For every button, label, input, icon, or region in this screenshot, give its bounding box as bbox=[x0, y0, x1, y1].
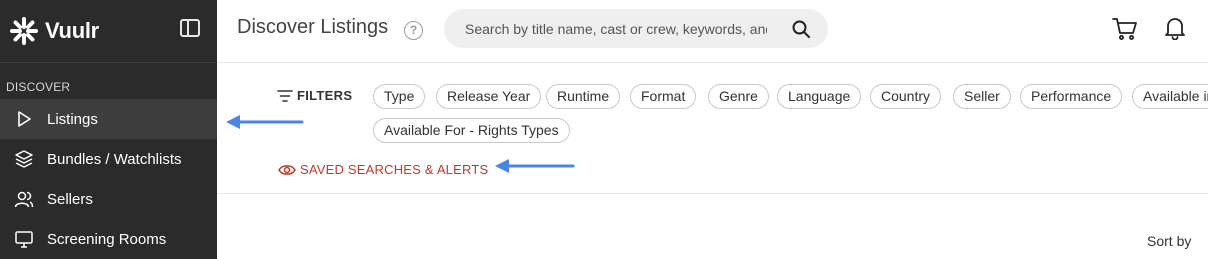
sidebar-item-label: Screening Rooms bbox=[47, 230, 167, 248]
cart-icon[interactable] bbox=[1112, 17, 1138, 41]
sort-by-label[interactable]: Sort by bbox=[1147, 233, 1191, 249]
sidebar-item-label: Bundles / Watchlists bbox=[47, 150, 182, 168]
play-icon bbox=[13, 108, 35, 130]
users-icon bbox=[13, 188, 35, 210]
brand-name[interactable]: Vuulr bbox=[45, 18, 99, 44]
filter-chip-release-year[interactable]: Release Year bbox=[436, 84, 542, 109]
annotation-arrow-listings bbox=[226, 115, 304, 129]
filters-button[interactable]: FILTERS bbox=[277, 88, 352, 103]
annotation-arrow-saved-searches bbox=[495, 159, 575, 173]
filter-chip-performance[interactable]: Performance bbox=[1020, 84, 1123, 109]
filter-chip-runtime[interactable]: Runtime bbox=[546, 84, 621, 109]
sidebar-item-label: Sellers bbox=[47, 190, 93, 208]
sidebar: Vuulr DISCOVER Listings Bundles / Watchl… bbox=[0, 0, 217, 259]
saved-searches-link[interactable]: SAVED SEARCHES & ALERTS bbox=[278, 162, 488, 177]
filter-chip-available-for-rights-types[interactable]: Available For - Rights Types bbox=[373, 118, 570, 143]
filter-lines-icon bbox=[277, 89, 293, 102]
bell-icon[interactable] bbox=[1164, 16, 1186, 40]
filter-chip-country[interactable]: Country bbox=[870, 84, 942, 109]
brand-header: Vuulr bbox=[0, 0, 217, 63]
saved-searches-label: SAVED SEARCHES & ALERTS bbox=[300, 162, 489, 177]
filters-label: FILTERS bbox=[297, 88, 353, 103]
sidebar-item-sellers[interactable]: Sellers bbox=[0, 179, 217, 219]
filters-panel: FILTERS Type Release Year Runtime Format… bbox=[217, 64, 1208, 194]
search-bar bbox=[444, 9, 828, 48]
search-icon[interactable] bbox=[791, 19, 811, 39]
sidebar-item-listings[interactable]: Listings bbox=[0, 99, 217, 139]
page-title: Discover Listings bbox=[237, 16, 389, 38]
filter-chip-language[interactable]: Language bbox=[777, 84, 862, 109]
filter-chip-available-in[interactable]: Available in bbox=[1132, 84, 1208, 109]
monitor-icon bbox=[13, 228, 35, 250]
layers-icon bbox=[13, 148, 35, 170]
filter-chip-format[interactable]: Format bbox=[630, 84, 697, 109]
filter-chip-type[interactable]: Type bbox=[373, 84, 426, 109]
top-header: Discover Listings ? bbox=[217, 0, 1208, 63]
sidebar-item-bundles-watchlists[interactable]: Bundles / Watchlists bbox=[0, 139, 217, 179]
sidebar-item-screening-rooms[interactable]: Screening Rooms bbox=[0, 219, 217, 259]
filter-chip-genre[interactable]: Genre bbox=[708, 84, 769, 109]
search-input[interactable] bbox=[465, 20, 767, 38]
sidebar-section-label: DISCOVER bbox=[6, 80, 71, 94]
sidebar-item-label: Listings bbox=[47, 110, 98, 128]
vuulr-logo-icon[interactable] bbox=[9, 16, 39, 46]
help-icon[interactable]: ? bbox=[404, 21, 423, 40]
sidebar-toggle-icon[interactable] bbox=[180, 19, 200, 37]
filter-chip-seller[interactable]: Seller bbox=[953, 84, 1011, 109]
eye-icon bbox=[278, 164, 296, 175]
